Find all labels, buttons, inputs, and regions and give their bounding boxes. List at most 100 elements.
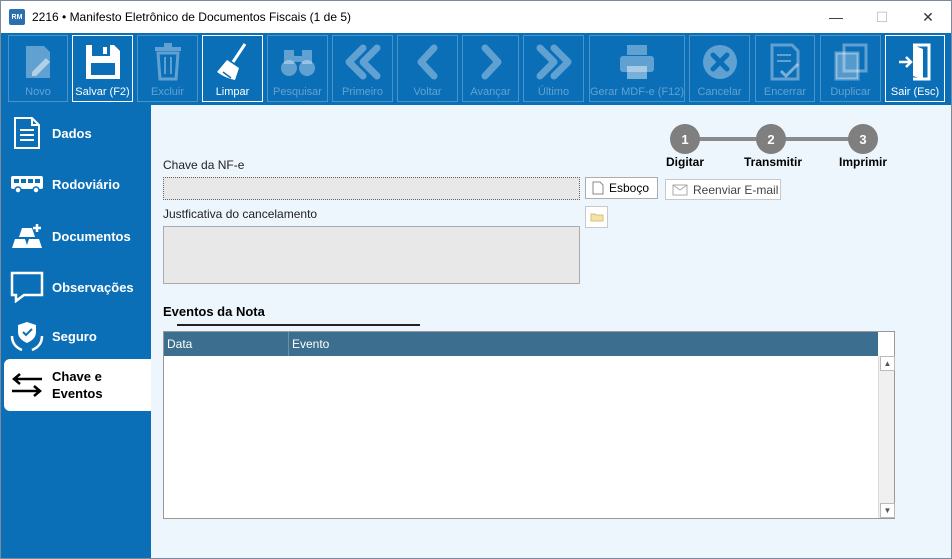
generate-mdfe-button[interactable]: Gerar MDF-e (F12): [589, 35, 685, 102]
gold-bars-icon: [9, 218, 45, 254]
cancel-button[interactable]: Cancelar: [689, 35, 750, 102]
speech-bubble-icon: [9, 269, 45, 305]
column-separator: [288, 332, 289, 356]
back-button[interactable]: Voltar: [397, 35, 458, 102]
double-chevron-left-icon: [345, 44, 380, 80]
delete-button[interactable]: Excluir: [137, 35, 198, 102]
folder-icon: [590, 213, 604, 222]
forward-button-label: Avançar: [470, 86, 511, 98]
maximize-button[interactable]: ☐: [859, 1, 905, 33]
main-panel: 1 2 3 Digitar Transmitir Imprimir Chave …: [151, 105, 951, 558]
app-icon: RM: [9, 9, 25, 25]
scroll-up-arrow[interactable]: ▲: [880, 356, 895, 371]
last-button[interactable]: Último: [523, 35, 584, 102]
close-button[interactable]: ✕: [905, 1, 951, 33]
esboco-button-label: Esboço: [609, 181, 650, 195]
title-bar: RM 2216 • Manifesto Eletrônico de Docume…: [1, 1, 951, 33]
arrows-exchange-icon: [9, 367, 45, 403]
chave-nfe-field[interactable]: [163, 177, 580, 200]
cancel-button-label: Cancelar: [697, 86, 742, 98]
app-window: RM 2216 • Manifesto Eletrônico de Docume…: [0, 0, 952, 559]
save-button-label: Salvar (F2): [75, 86, 130, 98]
delete-button-label: Excluir: [150, 86, 184, 98]
printer-icon: [620, 45, 654, 79]
eventos-title: Eventos da Nota: [163, 304, 265, 319]
clear-button[interactable]: Limpar: [202, 35, 263, 102]
new-button-label: Novo: [25, 86, 51, 98]
step-3-circle: 3: [848, 124, 878, 154]
exit-button-label: Sair (Esc): [890, 86, 940, 98]
window-controls: — ☐ ✕: [813, 1, 951, 33]
app-icon-text: RM: [11, 13, 23, 21]
sidebar-item-label: Chave e Eventos: [52, 368, 103, 402]
search-button[interactable]: Pesquisar: [267, 35, 328, 102]
pencil-doc-icon: [26, 46, 50, 78]
duplicate-button[interactable]: Duplicar: [820, 35, 881, 102]
column-header-evento[interactable]: Evento: [292, 337, 329, 351]
close-mdfe-button-label: Encerrar: [763, 86, 807, 98]
reenviar-email-button-label: Reenviar E-mail: [693, 182, 779, 197]
bus-icon: [9, 166, 45, 202]
sidebar-item-label-line2: Eventos: [52, 386, 103, 401]
double-chevron-right-icon: [536, 44, 571, 80]
chevron-right-icon: [481, 44, 501, 80]
page-icon: [592, 181, 604, 195]
sidebar-item-label: Rodoviário: [52, 176, 120, 192]
step-1-circle: 1: [670, 124, 700, 154]
sidebar-item-chave-eventos[interactable]: Chave e Eventos: [4, 359, 151, 411]
duplicate-icon: [834, 43, 867, 81]
cancel-circle-icon: [702, 45, 737, 79]
close-mdfe-button[interactable]: Encerrar: [755, 35, 815, 102]
eventos-grid[interactable]: Data Evento ▲ ▼: [163, 331, 895, 519]
scroll-down-arrow[interactable]: ▼: [880, 503, 895, 518]
document-icon: [9, 115, 45, 151]
vertical-scrollbar[interactable]: ▲ ▼: [878, 356, 895, 518]
duplicate-button-label: Duplicar: [830, 86, 871, 98]
chave-nfe-label: Chave da NF-e: [163, 158, 245, 172]
sidebar-item-label: Seguro: [52, 328, 97, 344]
step-3-label: Imprimir: [839, 155, 888, 169]
sidebar-item-label-line1: Chave e: [52, 369, 102, 384]
step-2-label: Transmitir: [744, 155, 803, 169]
sidebar-item-label: Documentos: [52, 228, 131, 244]
search-button-label: Pesquisar: [273, 86, 322, 98]
sidebar-item-seguro[interactable]: Seguro: [1, 312, 151, 360]
exit-button[interactable]: Sair (Esc): [885, 35, 945, 102]
sidebar-item-label: Dados: [52, 125, 92, 141]
minimize-button[interactable]: —: [813, 1, 859, 33]
open-folder-button[interactable]: [585, 206, 608, 228]
eventos-title-underline: [177, 324, 420, 326]
sidebar-item-documentos[interactable]: Documentos: [1, 212, 151, 260]
new-button[interactable]: Novo: [8, 35, 68, 102]
toolbar: Novo Salvar (F2) Excluir Limpar Pesquisa…: [1, 33, 951, 105]
sidebar: Dados Rodoviário Documentos Observações …: [1, 105, 151, 558]
step-1-label: Digitar: [666, 155, 705, 169]
esboco-button[interactable]: Esboço: [585, 177, 658, 199]
window-title: 2216 • Manifesto Eletrônico de Documento…: [32, 10, 352, 24]
forward-button[interactable]: Avançar: [462, 35, 519, 102]
first-button[interactable]: Primeiro: [332, 35, 393, 102]
justificativa-field[interactable]: [163, 226, 580, 284]
eventos-grid-header: Data Evento: [164, 332, 878, 356]
email-icon: [672, 184, 688, 195]
checked-doc-icon: [770, 43, 800, 81]
sidebar-item-label: Observações: [52, 279, 134, 295]
step-2-circle: 2: [756, 124, 786, 154]
broom-icon: [216, 43, 246, 80]
reenviar-email-button[interactable]: Reenviar E-mail: [665, 179, 781, 200]
binoculars-icon: [280, 50, 315, 76]
chevron-left-icon: [417, 44, 437, 80]
last-button-label: Último: [537, 86, 570, 98]
save-button[interactable]: Salvar (F2): [72, 35, 133, 102]
exit-door-icon: [899, 43, 931, 81]
first-button-label: Primeiro: [342, 86, 383, 98]
sidebar-item-dados[interactable]: Dados: [1, 109, 151, 157]
sidebar-item-rodoviario[interactable]: Rodoviário: [1, 160, 151, 208]
shield-hands-icon: [9, 318, 45, 354]
back-button-label: Voltar: [413, 86, 442, 98]
sidebar-item-observacoes[interactable]: Observações: [1, 263, 151, 311]
generate-mdfe-button-label: Gerar MDF-e (F12): [589, 86, 685, 98]
clear-button-label: Limpar: [215, 86, 250, 98]
column-header-data[interactable]: Data: [167, 337, 192, 351]
justificativa-label: Justficativa do cancelamento: [163, 207, 318, 221]
